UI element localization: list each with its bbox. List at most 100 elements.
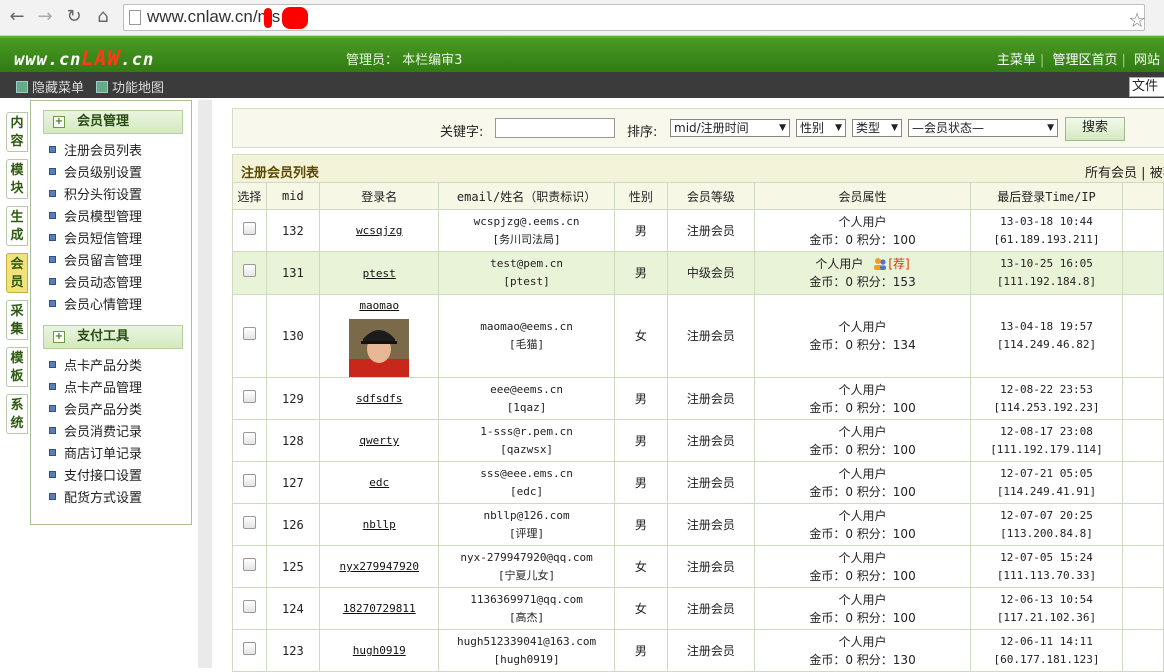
tab-collect[interactable]: 采集 (6, 300, 28, 340)
row-checkbox[interactable] (242, 431, 256, 445)
member-menu-item[interactable]: 会员心情管理 (49, 295, 142, 317)
member-menu-item[interactable]: 会员短信管理 (49, 229, 142, 251)
email-text: 1136369971@qq.com (470, 592, 583, 606)
member-menu-item[interactable]: 会员动态管理 (49, 273, 142, 295)
member-menu-item[interactable]: 会员模型管理 (49, 207, 142, 229)
row-checkbox[interactable] (242, 641, 256, 655)
tab-template[interactable]: 模板 (6, 347, 28, 387)
bullet-icon (49, 405, 56, 412)
payment-menu-item[interactable]: 商店订单记录 (49, 444, 142, 466)
home-icon[interactable]: ⌂ (92, 6, 114, 28)
extra-cell (1121, 461, 1164, 504)
login-cell: ptest (319, 251, 440, 295)
email-text: nyx-279947920@qq.com (460, 550, 593, 564)
email-cell: wcspjzg@.eems.cn [务川司法局] (438, 209, 615, 252)
gender-select[interactable]: 性别 ▼ (796, 119, 846, 137)
top-nav: 主菜单 | 管理区首页 | 网站 (996, 53, 1160, 68)
login-time: 13-04-18 19:57 (1000, 320, 1093, 333)
mid-cell: 130 (265, 294, 321, 378)
mid-cell: 127 (265, 461, 321, 504)
login-link[interactable]: qwerty (359, 434, 399, 447)
display-name: [edc] (510, 484, 544, 498)
avatar[interactable] (349, 318, 410, 377)
extra-cell (1121, 377, 1164, 420)
payment-menu-item[interactable]: 配货方式设置 (49, 488, 142, 510)
email-text: hugh512339041@163.com (457, 634, 597, 648)
keyword-input[interactable] (495, 118, 615, 138)
address-bar[interactable]: www.cnlaw.cn/ms ☆ (123, 4, 1146, 32)
login-time: 12-07-05 15:24 (1000, 550, 1093, 564)
mid-cell: 124 (265, 587, 321, 630)
payment-menu-item[interactable]: 会员产品分类 (49, 400, 142, 422)
login-ip: [114.249.41.91] (996, 484, 1097, 498)
tab-system[interactable]: 系统 (6, 394, 28, 434)
recommended-badge[interactable]: [荐] (888, 257, 909, 271)
row-checkbox[interactable] (242, 599, 256, 613)
payment-menu-item[interactable]: 会员消费记录 (49, 422, 142, 444)
nav-website[interactable]: 网站 (1134, 53, 1160, 68)
row-checkbox[interactable] (242, 557, 256, 571)
row-checkbox[interactable] (242, 327, 256, 340)
last-login-cell: 12-07-07 20:25 [113.200.84.8] (970, 503, 1123, 546)
display-name: [毛猫] (508, 338, 545, 351)
login-cell: wcsqjzg (319, 209, 440, 252)
hide-menu-button[interactable]: 隐藏菜单 (16, 77, 84, 96)
payment-menu-item[interactable]: 点卡产品分类 (49, 356, 142, 378)
display-name: [高杰] (508, 610, 545, 624)
email-cell: hugh512339041@163.com [hugh0919] (438, 629, 615, 672)
login-link[interactable]: ptest (363, 267, 396, 280)
filter-recommended[interactable]: 被荐 (1150, 166, 1164, 181)
back-icon[interactable]: ← (6, 6, 28, 28)
tab-content[interactable]: 内容 (6, 112, 28, 152)
reload-icon[interactable]: ↻ (63, 6, 85, 28)
file-select[interactable]: 文件 (1129, 77, 1164, 97)
tab-generate[interactable]: 生成 (6, 206, 28, 246)
row-checkbox[interactable] (242, 473, 256, 487)
member-menu-item[interactable]: 积分头衔设置 (49, 185, 142, 207)
login-link[interactable]: nbllp (363, 518, 396, 531)
site-logo[interactable]: www.cnLAW.cn (14, 46, 154, 70)
bookmark-star-icon[interactable]: ☆ (1128, 8, 1146, 32)
login-link[interactable]: hugh0919 (353, 644, 406, 657)
forward-icon[interactable]: → (34, 6, 56, 28)
row-checkbox[interactable] (242, 515, 256, 529)
login-link[interactable]: wcsqjzg (356, 224, 402, 237)
login-ip: [61.189.193.211] (993, 232, 1100, 246)
member-menu-item[interactable]: 会员级别设置 (49, 163, 142, 185)
login-link[interactable]: 18270729811 (343, 602, 416, 615)
status-select[interactable]: —会员状态— ▼ (908, 119, 1058, 137)
select-cell (232, 503, 267, 546)
tab-module[interactable]: 模块 (6, 159, 28, 199)
login-link[interactable]: nyx279947920 (340, 560, 419, 573)
login-link[interactable]: edc (369, 476, 389, 489)
tab-member[interactable]: 会员 (6, 253, 28, 293)
payment-menu-item[interactable]: 点卡产品管理 (49, 378, 142, 400)
row-checkbox[interactable] (242, 221, 256, 235)
menu-icon (16, 81, 28, 93)
login-cell: nyx279947920 (319, 545, 440, 588)
login-link[interactable]: maomao (359, 299, 399, 312)
login-link[interactable]: sdfsdfs (356, 392, 402, 405)
row-checkbox[interactable] (242, 264, 256, 277)
search-button[interactable]: 搜索 (1065, 117, 1125, 141)
payment-menu-item[interactable]: 支付接口设置 (49, 466, 142, 488)
points-text: 金币：0 积分：100 (809, 442, 916, 457)
filter-all-members[interactable]: 所有会员 (1085, 166, 1137, 181)
nav-admin-home[interactable]: 管理区首页 (1052, 53, 1117, 68)
payment-tools-header[interactable]: + 支付工具 (43, 325, 183, 349)
email-cell: nyx-279947920@qq.com [宁夏儿女] (438, 545, 615, 588)
login-time: 13-03-18 10:44 (1000, 214, 1093, 228)
list-title: 注册会员列表 (241, 166, 320, 181)
email-text: nbllp@126.com (483, 508, 570, 522)
email-text: wcspjzg@.eems.cn (473, 214, 580, 228)
type-select[interactable]: 类型 ▼ (852, 119, 902, 137)
row-checkbox[interactable] (242, 389, 256, 403)
sort-select[interactable]: mid/注册时间 ▼ (670, 119, 790, 137)
select-cell (232, 251, 267, 295)
nav-main-menu[interactable]: 主菜单 (997, 53, 1036, 68)
function-map-button[interactable]: 功能地图 (96, 77, 164, 96)
gender-cell: 女 (613, 294, 669, 378)
member-menu-item[interactable]: 会员留言管理 (49, 251, 142, 273)
member-management-header[interactable]: + 会员管理 (43, 110, 183, 134)
member-menu-item[interactable]: 注册会员列表 (49, 141, 142, 163)
